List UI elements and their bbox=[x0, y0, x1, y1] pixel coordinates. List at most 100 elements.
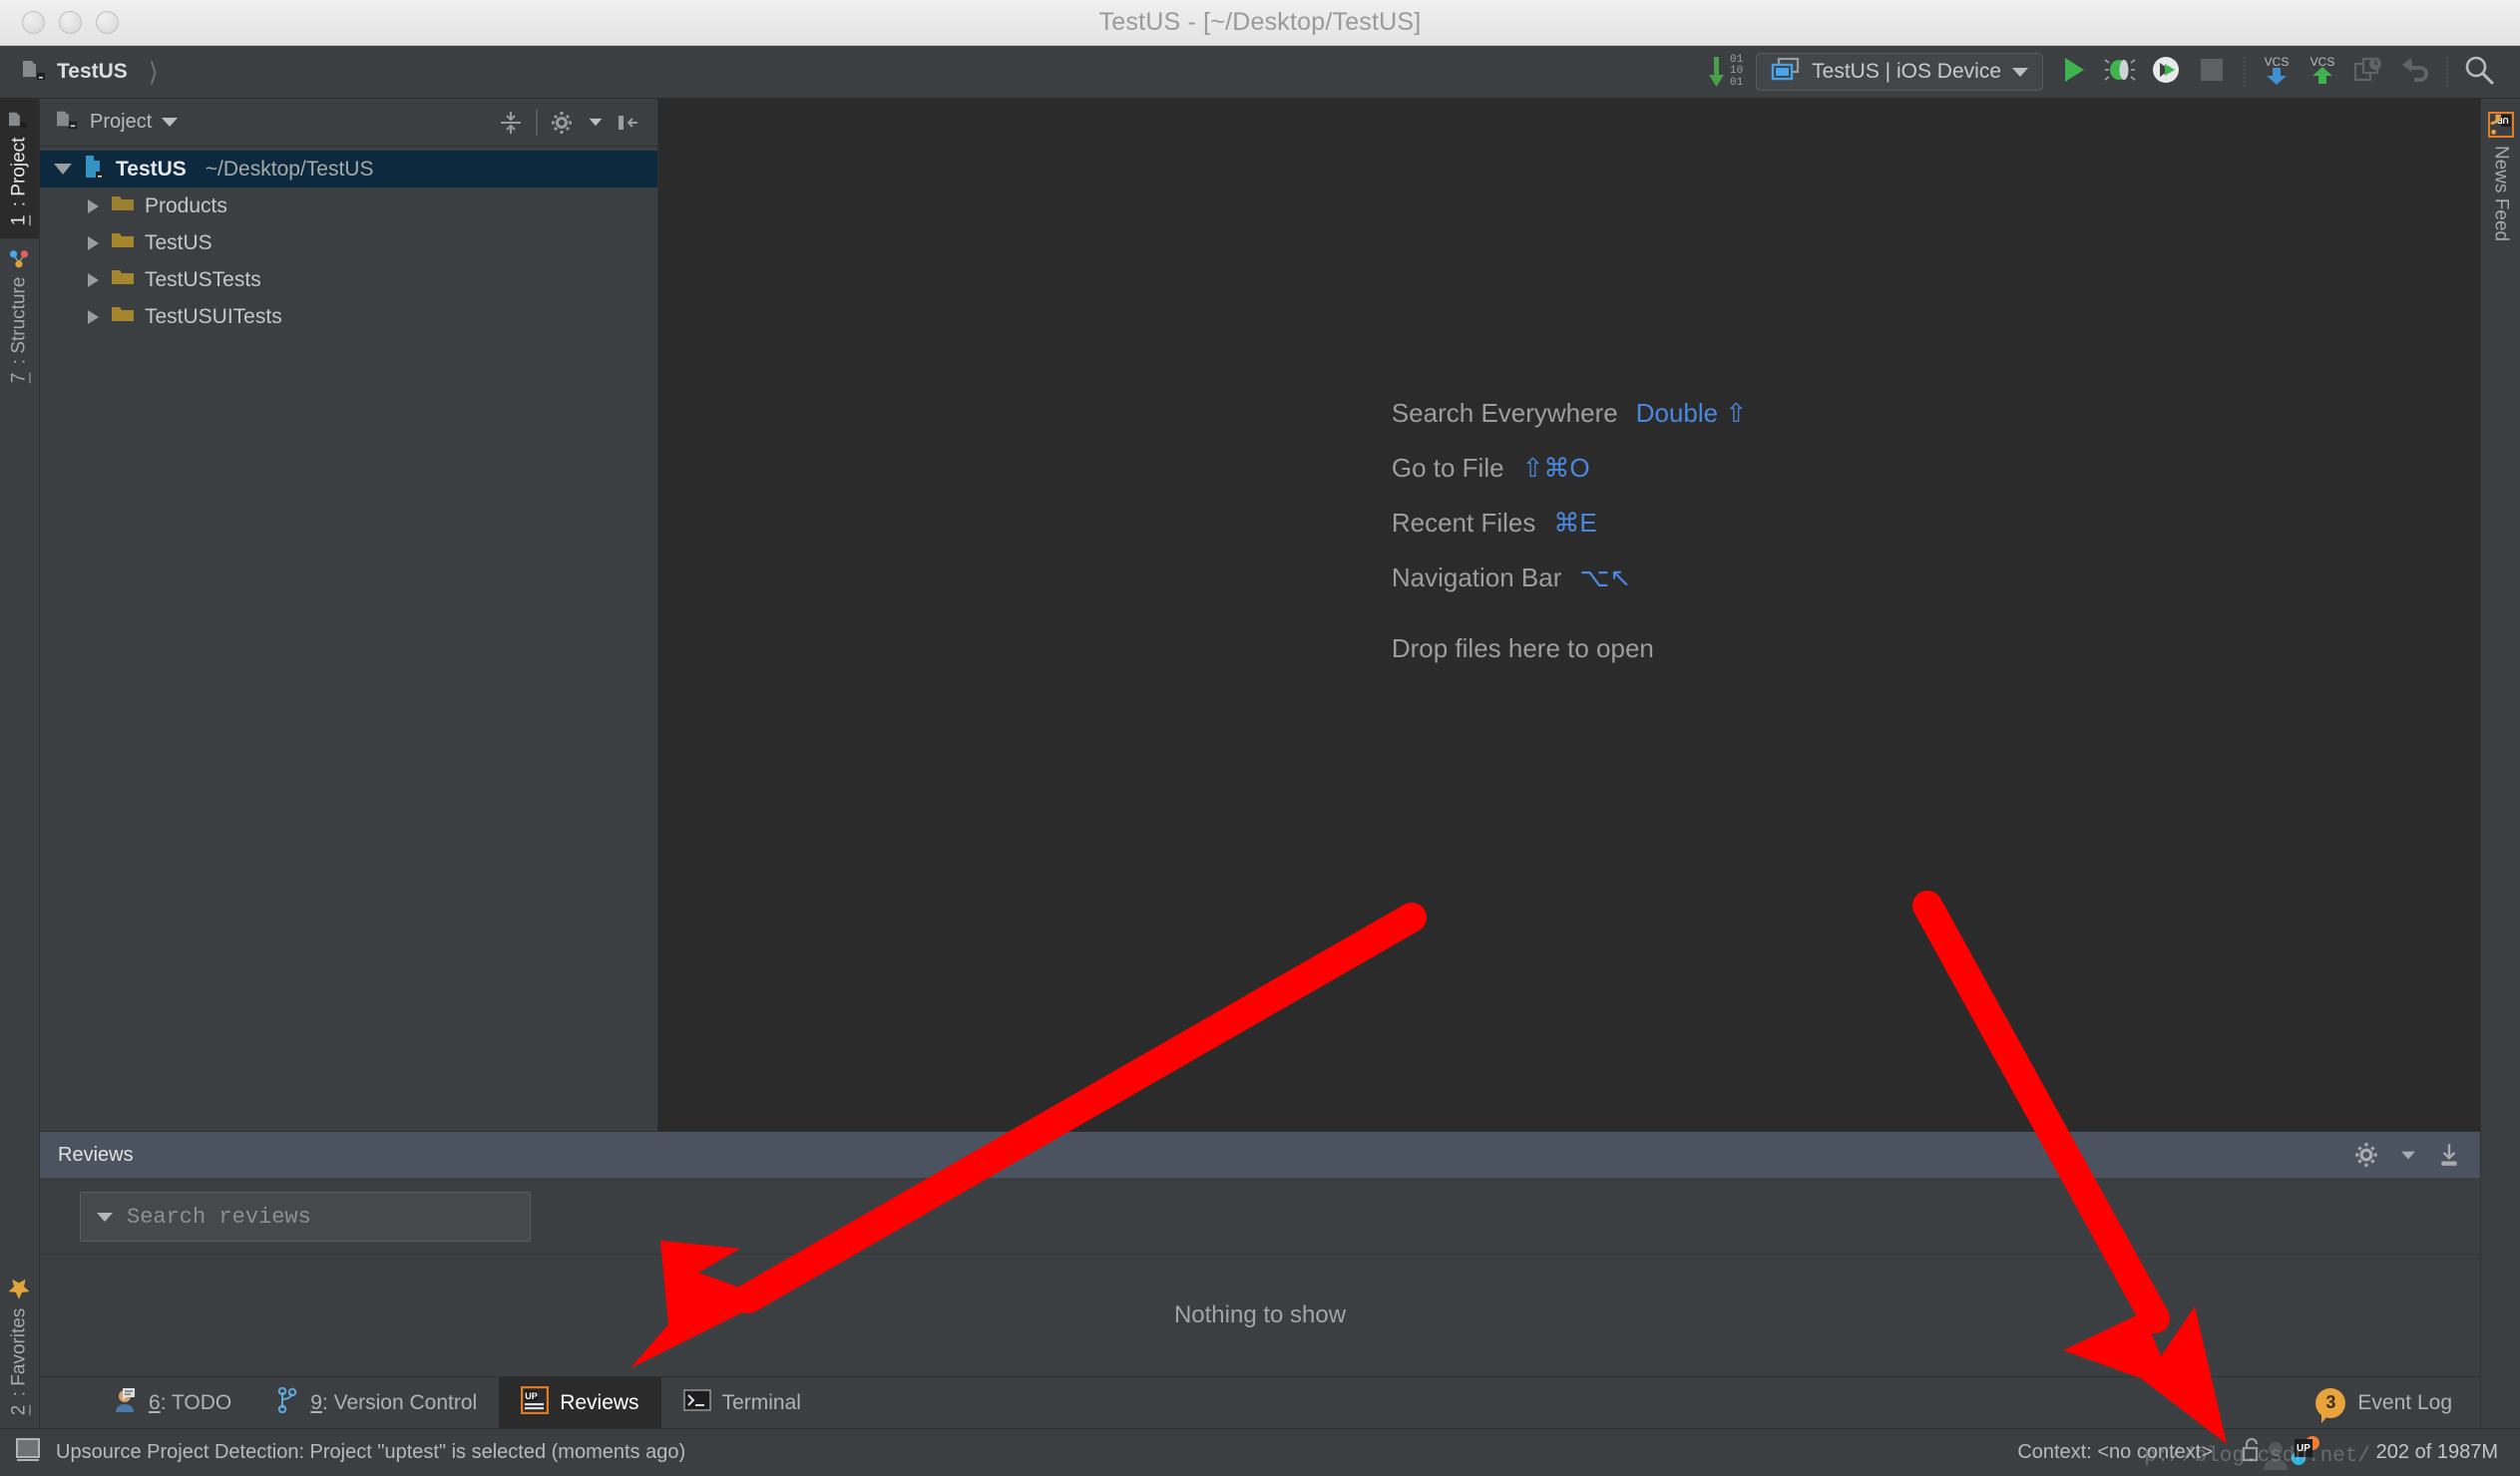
binary-digit-3: 01 bbox=[1730, 76, 1744, 89]
reviews-search-wrap: Search reviews bbox=[40, 1178, 2480, 1254]
stop-square-icon bbox=[2199, 57, 2225, 88]
chevron-down-icon[interactable] bbox=[2401, 1151, 2415, 1159]
hint-drop-files: Drop files here to open bbox=[1392, 633, 1747, 664]
hint-recent-files: Recent Files ⌘E bbox=[1392, 508, 1747, 539]
tool-separator bbox=[536, 109, 538, 136]
folder-icon bbox=[111, 267, 135, 293]
structure-graph-icon bbox=[9, 249, 31, 269]
project-module-icon bbox=[84, 155, 106, 184]
terminal-icon bbox=[682, 1388, 711, 1418]
chevron-right-icon[interactable] bbox=[88, 235, 99, 250]
minimize-button[interactable] bbox=[59, 11, 82, 34]
collapse-all-button[interactable] bbox=[496, 108, 526, 138]
chevron-right-icon[interactable] bbox=[88, 272, 99, 287]
editor-hint-list: Search Everywhere Double ⇧ Go to File ⇧⌘… bbox=[1392, 398, 1747, 664]
tree-node-testusuitests[interactable]: TestUSUITests bbox=[40, 298, 657, 335]
reviews-actions bbox=[2352, 1140, 2464, 1170]
hint-shortcut: ⌘E bbox=[1553, 508, 1597, 538]
chevron-down-icon[interactable] bbox=[162, 118, 179, 127]
vcs-history-button[interactable] bbox=[2345, 49, 2391, 95]
hint-navigation-bar: Navigation Bar ⌥↖ bbox=[1392, 562, 1747, 593]
folder-icon bbox=[111, 193, 135, 219]
tool-window-tab-reviews[interactable]: UP Reviews bbox=[499, 1377, 661, 1428]
bottom-tool-window-bar: 6: TODO 9: Version Control UP Reviews Te… bbox=[40, 1376, 2480, 1428]
tool-window-tab-terminal[interactable]: Terminal bbox=[661, 1377, 823, 1428]
run-button[interactable] bbox=[2051, 49, 2097, 95]
sidebar-tab-news-feed[interactable]: UP News Feed bbox=[2481, 99, 2520, 252]
project-tool-window: Project TestUS ~/Desktop/TestUS Products… bbox=[40, 99, 658, 1131]
chevron-down-icon[interactable] bbox=[589, 118, 603, 127]
tool-window-tab-version-control-number: 9 bbox=[310, 1390, 322, 1414]
stop-button[interactable] bbox=[2189, 49, 2235, 95]
hint-label: Go to File bbox=[1391, 453, 1504, 483]
status-context[interactable]: Context: <no context> bbox=[2017, 1441, 2213, 1464]
vcs-commit-button[interactable]: VCS bbox=[2300, 49, 2345, 95]
upper-area: Project TestUS ~/Desktop/TestUS Products… bbox=[40, 99, 2480, 1131]
tree-node-testus[interactable]: TestUS bbox=[40, 224, 657, 261]
notification-bubble-icon: 3 bbox=[2315, 1387, 2346, 1423]
hint-shortcut: ⌥↖ bbox=[1579, 562, 1632, 592]
breadcrumb[interactable]: TestUS ⟩ bbox=[22, 58, 159, 87]
debug-bug-icon bbox=[2104, 55, 2136, 90]
reviews-hide-button[interactable] bbox=[2434, 1140, 2464, 1170]
close-button[interactable] bbox=[22, 11, 45, 34]
project-folder-icon bbox=[56, 109, 80, 136]
vcs-update-button[interactable]: VCS bbox=[2254, 49, 2300, 95]
hint-label: Drop files here to open bbox=[1391, 633, 1654, 663]
sidebar-tab-favorites-label: : Favorites bbox=[8, 1307, 30, 1397]
tree-node-root-path: ~/Desktop/TestUS bbox=[205, 157, 374, 181]
tree-node-testustests[interactable]: TestUSTests bbox=[40, 261, 657, 298]
tool-window-tab-todo-label: : TODO bbox=[160, 1390, 232, 1414]
window-title-bar: TestUS - [~/Desktop/TestUS] bbox=[0, 0, 2520, 46]
tree-node-products[interactable]: Products bbox=[40, 187, 657, 224]
debug-button[interactable] bbox=[2097, 49, 2143, 95]
ios-device-icon bbox=[1771, 57, 1801, 88]
chevron-right-icon[interactable] bbox=[88, 198, 99, 213]
sidebar-tab-news-feed-label: News Feed bbox=[2490, 146, 2512, 242]
sidebar-tab-structure[interactable]: 7 : Structure bbox=[0, 238, 39, 396]
tool-window-tab-version-control-label: : Version Control bbox=[321, 1390, 478, 1414]
profile-button[interactable] bbox=[2143, 49, 2189, 95]
vcs-update-icon: VCS bbox=[2260, 53, 2294, 92]
search-icon bbox=[2463, 54, 2495, 91]
bottom-bar-right: 3 Event Log bbox=[2315, 1377, 2480, 1428]
chevron-down-icon[interactable] bbox=[97, 1212, 113, 1222]
right-tool-window-strip: UP News Feed bbox=[2480, 99, 2520, 1428]
undo-button[interactable] bbox=[2391, 49, 2437, 95]
event-log-button[interactable]: Event Log bbox=[2357, 1391, 2452, 1415]
search-button[interactable] bbox=[2456, 49, 2502, 95]
search-reviews-input[interactable]: Search reviews bbox=[80, 1192, 531, 1242]
editor-empty-area[interactable]: Search Everywhere Double ⇧ Go to File ⇧⌘… bbox=[658, 99, 2480, 1131]
zoom-button[interactable] bbox=[96, 11, 119, 34]
memory-indicator[interactable]: 202 of 1987M bbox=[2348, 1441, 2498, 1464]
sidebar-tab-structure-number: 7 bbox=[8, 372, 30, 384]
tool-window-tab-version-control[interactable]: 9: Version Control bbox=[253, 1377, 499, 1428]
upsource-icon: UP bbox=[521, 1385, 550, 1420]
hide-panel-button[interactable] bbox=[614, 108, 643, 138]
project-tool-window-actions bbox=[496, 108, 643, 138]
toolbar-actions: 01 10 01 TestUS | iOS Device VCS VCS bbox=[1702, 46, 2520, 98]
reviews-settings-button[interactable] bbox=[2352, 1140, 2382, 1170]
settings-button[interactable] bbox=[548, 108, 578, 138]
sidebar-tab-favorites[interactable]: 2: Favorites bbox=[0, 1266, 39, 1428]
svg-text:UP: UP bbox=[525, 1391, 538, 1401]
center-column: Project TestUS ~/Desktop/TestUS Products… bbox=[40, 99, 2480, 1428]
run-play-icon bbox=[2059, 55, 2089, 90]
tree-node-root[interactable]: TestUS ~/Desktop/TestUS bbox=[40, 151, 657, 187]
binary-download-icon: 01 10 01 bbox=[1707, 54, 1744, 90]
update-project-button[interactable]: 01 10 01 bbox=[1702, 49, 1748, 95]
run-configuration-selector[interactable]: TestUS | iOS Device bbox=[1756, 53, 2043, 91]
upsource-icon[interactable]: UP bbox=[2291, 1435, 2320, 1470]
svg-text:UP: UP bbox=[2297, 1443, 2310, 1454]
sidebar-tab-project[interactable]: 1: Project bbox=[0, 99, 39, 239]
tool-window-tab-todo[interactable]: 6: TODO bbox=[90, 1377, 253, 1428]
window-title: TestUS - [~/Desktop/TestUS] bbox=[1098, 8, 1422, 36]
lock-open-icon[interactable] bbox=[2241, 1437, 2263, 1468]
sidebar-tab-structure-label: : Structure bbox=[8, 277, 30, 365]
chevron-right-icon[interactable] bbox=[88, 309, 99, 324]
status-panel-icon[interactable] bbox=[14, 1436, 42, 1469]
hint-shortcut: Double ⇧ bbox=[1635, 398, 1748, 428]
right-strip-spacer bbox=[2481, 252, 2520, 1428]
reviews-tool-window-header: Reviews bbox=[40, 1132, 2480, 1178]
chevron-down-icon[interactable] bbox=[54, 164, 72, 175]
